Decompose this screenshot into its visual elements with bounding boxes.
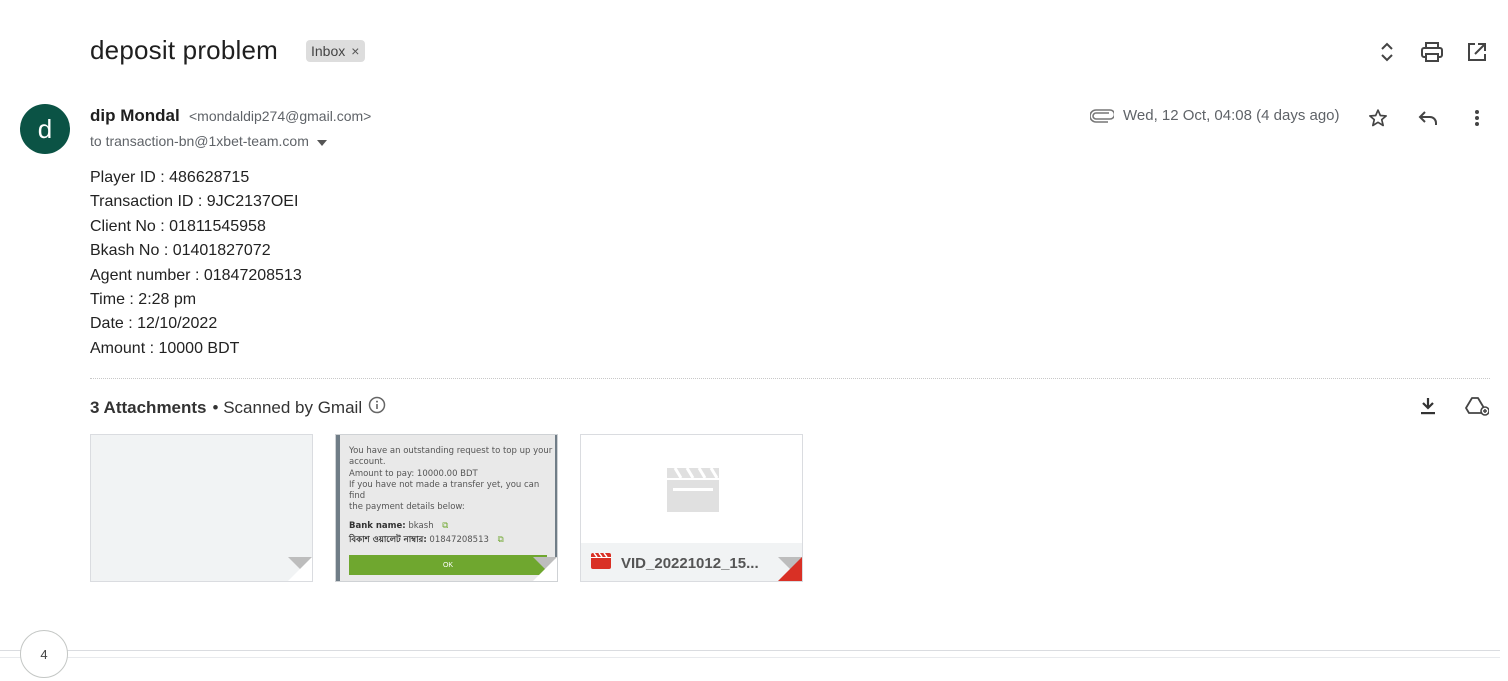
preview-dialog: You have an outstanding request to top u… (340, 435, 555, 581)
inbox-label-chip[interactable]: Inbox × (306, 40, 366, 62)
video-clapper-icon (666, 467, 719, 512)
body-line-client-no: Client No : 01811545958 (90, 217, 266, 235)
attachment-card-video[interactable]: VID_20221012_15... (580, 434, 803, 582)
reply-icon[interactable] (1414, 104, 1442, 132)
copy-icon: ⧉ (442, 520, 449, 531)
body-line-time: Time : 2:28 pm (90, 291, 197, 309)
sender-name[interactable]: dip Mondal (90, 106, 180, 126)
sender-avatar[interactable]: d (20, 104, 70, 154)
preview-line-4: If you have not made a transfer yet, you… (349, 479, 540, 502)
attachment-card-image-1[interactable] (90, 434, 313, 582)
download-all-icon[interactable] (1414, 392, 1442, 420)
sender-email: <mondaldip274@gmail.com> (189, 108, 372, 124)
preview-wallet-value: 01847208513 (429, 535, 489, 546)
recipient-line: to transaction-bn@1xbet-team.com (90, 133, 327, 149)
print-icon[interactable] (1418, 38, 1446, 66)
video-file-name: VID_20221012_15... (621, 554, 759, 572)
expand-all-icon[interactable] (1373, 38, 1401, 66)
preview-ok-button: OK (349, 555, 547, 575)
label-text: Inbox (311, 43, 346, 59)
body-line-amount: Amount : 10000 BDT (90, 339, 240, 357)
attachment-clip-icon (1088, 102, 1116, 130)
remove-label-icon[interactable]: × (351, 43, 359, 59)
open-in-new-window-icon[interactable] (1463, 38, 1491, 66)
attachments-divider (90, 378, 1490, 379)
attachments-count: 3 Attachments (90, 397, 207, 417)
star-icon[interactable] (1364, 104, 1392, 132)
email-date: Wed, 12 Oct, 04:08 (4 days ago) (1123, 107, 1340, 124)
info-icon[interactable] (368, 396, 386, 419)
attachments-header: 3 Attachments • Scanned by Gmail (90, 396, 386, 419)
preview-line-3: Amount to pay: 10000.00 BDT (349, 468, 478, 479)
preview-line-5: the payment details below: (349, 502, 465, 513)
body-line-date: Date : 12/10/2022 (90, 315, 218, 333)
recipient-text: to transaction-bn@1xbet-team.com (90, 133, 309, 149)
video-thumbnail (581, 435, 802, 543)
fold-corner-red (778, 557, 802, 581)
scanned-by-gmail: • Scanned by Gmail (212, 397, 363, 417)
email-body: Player ID : 486628715 Transaction ID : 9… (90, 166, 302, 361)
body-line-player-id: Player ID : 486628715 (90, 169, 250, 186)
attachment-card-image-2[interactable]: You have an outstanding request to top u… (335, 434, 558, 582)
preview-line-2: account. (349, 457, 386, 468)
thread-divider (0, 650, 1500, 651)
email-subject: deposit problem (90, 35, 278, 65)
fold-corner (288, 557, 312, 581)
video-footer: VID_20221012_15... (581, 543, 802, 581)
preview-wallet-label: বিকাশ ওয়ালেট নাম্বার: (349, 535, 427, 546)
show-details-chevron-icon[interactable] (316, 133, 327, 149)
body-line-transaction-id: Transaction ID : 9JC2137OEI (90, 193, 299, 211)
body-line-bkash-no: Bkash No : 01401827072 (90, 242, 271, 260)
collapsed-messages-count[interactable]: 4 (20, 630, 68, 678)
preview-bank-value: bkash (408, 520, 434, 531)
more-options-icon[interactable] (1463, 104, 1491, 132)
preview-line-1: You have an outstanding request to top u… (349, 446, 553, 456)
body-line-agent-number: Agent number : 01847208513 (90, 266, 302, 284)
add-to-drive-icon[interactable] (1463, 392, 1491, 420)
fold-corner (533, 557, 557, 581)
preview-bank-label: Bank name: (349, 520, 406, 531)
copy-icon: ⧉ (497, 535, 504, 546)
thread-divider-2 (0, 657, 1500, 658)
video-file-icon (591, 552, 611, 574)
